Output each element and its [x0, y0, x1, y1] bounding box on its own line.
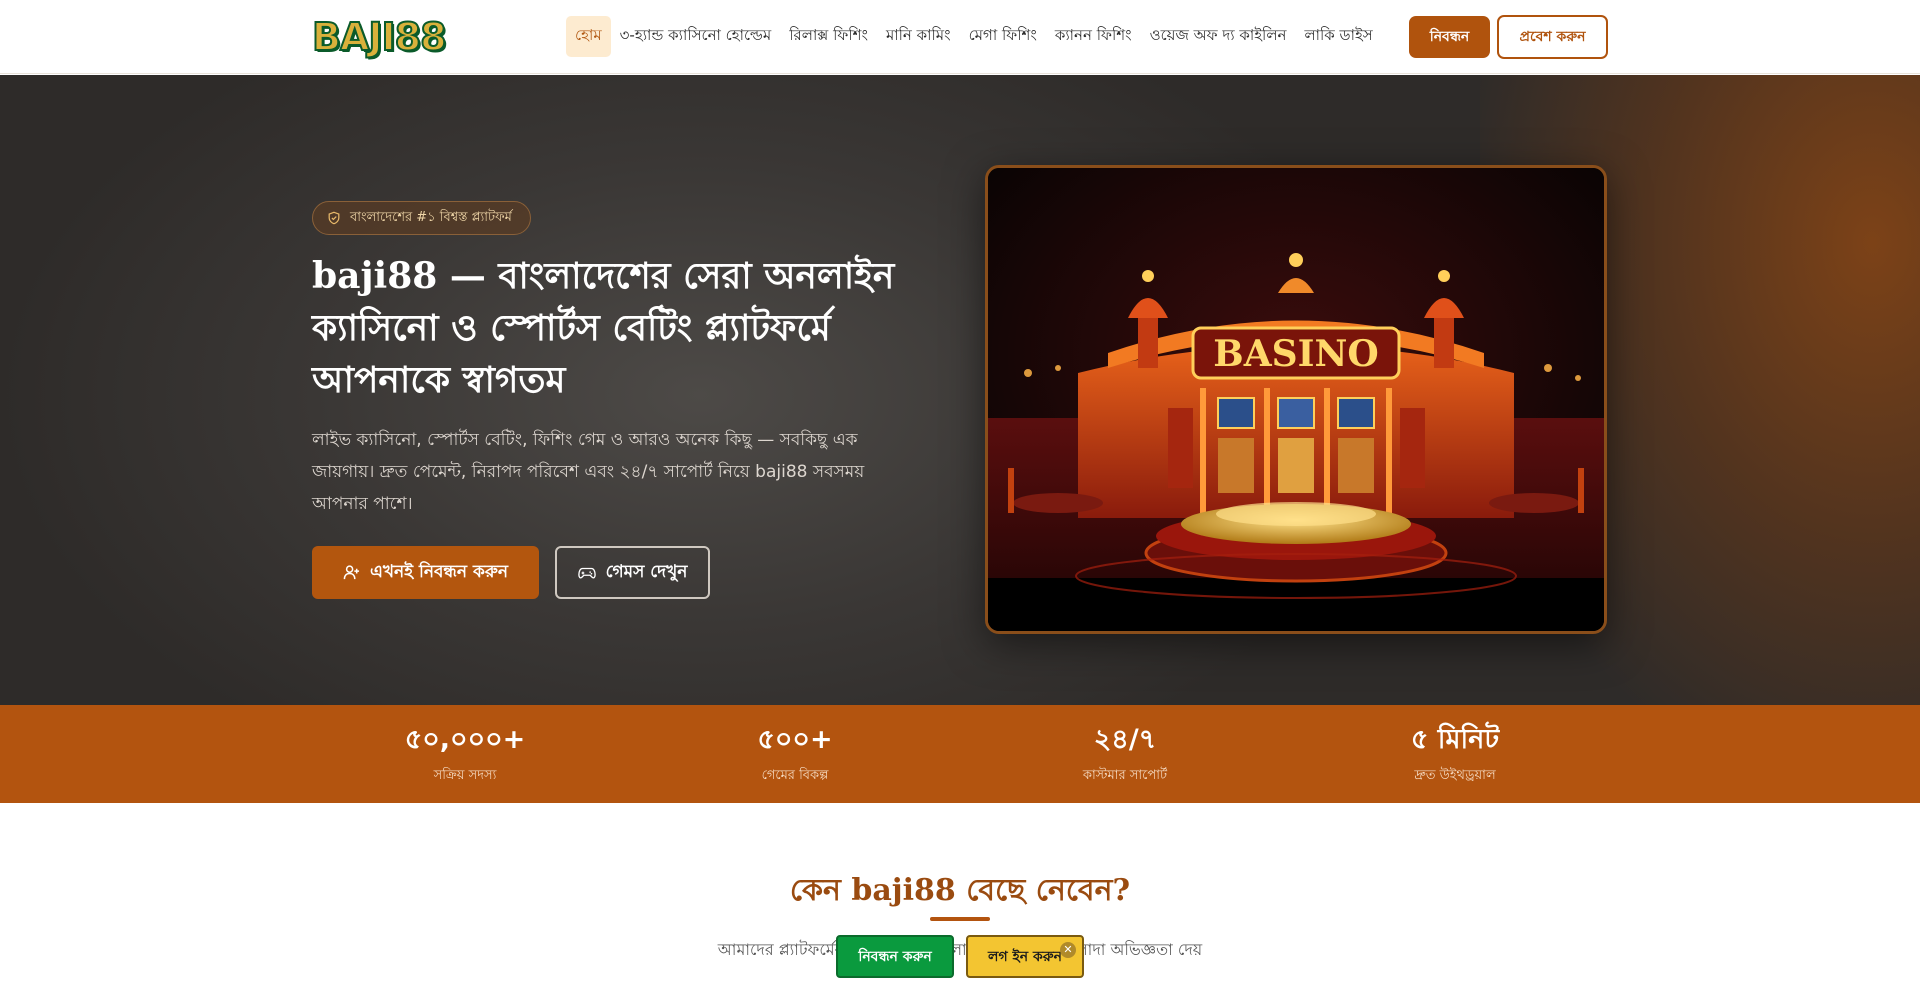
nav-item-cannon-fishing[interactable]: ক্যানন ফিশিং — [1046, 16, 1141, 57]
site-header: BAJI88 হোম ৩-হ্যান্ড ক্যাসিনো হোল্ডেম রি… — [0, 0, 1920, 74]
title-underline — [930, 917, 990, 921]
shield-icon — [328, 211, 340, 225]
stat-customer-support: ২৪/৭ কাস্টমার সাপোর্ট — [995, 722, 1255, 787]
brand-logo[interactable]: BAJI88 — [311, 14, 448, 60]
nav-item-mega-fishing[interactable]: মেগা ফিশিং — [960, 16, 1046, 57]
stat-value: ৫০০+ — [757, 724, 833, 755]
stat-label: গেমের বিকল্প — [761, 768, 829, 783]
casino-hero-image: BASINO — [985, 165, 1607, 634]
stat-label: দ্রুত উইথড্রয়াল — [1414, 768, 1496, 783]
stat-label: কাস্টমার সাপোর্ট — [1082, 768, 1168, 783]
view-games-button[interactable]: গেমস দেখুন — [555, 546, 710, 599]
logo-text: BAJI88 — [311, 14, 448, 60]
nav-item-3-hand-casino-holdem[interactable]: ৩-হ্যান্ড ক্যাসিনো হোল্ডেম — [611, 16, 781, 57]
casino-illustration: BASINO — [988, 168, 1604, 631]
view-games-label: গেমস দেখুন — [605, 561, 688, 582]
nav-item-lucky-dice[interactable]: লাকি ডাইস — [1295, 16, 1381, 57]
register-now-label: এখনই নিবন্ধন করুন — [369, 561, 509, 582]
hero-title: baji88 — বাংলাদেশের সেরা অনলাইন ক্যাসিনো… — [312, 255, 895, 401]
main-nav: হোম ৩-হ্যান্ড ক্যাসিনো হোল্ডেম রিলাক্স ফ… — [566, 15, 1382, 57]
hero-description: লাইভ ক্যাসিনো, স্পোর্টস বেটিং, ফিশিং গেম… — [312, 430, 865, 514]
stat-value: ৫০,০০০+ — [404, 724, 526, 755]
hero-section: বাংলাদেশের #১ বিশ্বস্ত প্ল্যাটফর্ম baji8… — [0, 75, 1920, 705]
why-title: কেন baji88 বেছে নেবেন? — [789, 873, 1131, 908]
trust-badge: বাংলাদেশের #১ বিশ্বস্ত প্ল্যাটফর্ম — [312, 201, 531, 235]
stat-game-options: ৫০০+ গেমের বিকল্প — [665, 722, 925, 787]
floating-register-button[interactable]: নিবন্ধন করুন — [836, 935, 954, 978]
nav-item-home[interactable]: হোম — [566, 15, 611, 57]
register-now-button[interactable]: এখনই নিবন্ধন করুন — [312, 546, 539, 599]
header-register-button[interactable]: নিবন্ধন — [1409, 16, 1490, 58]
why-subtitle: আমাদের প্ল্যাটফর্মের বিশেষ সুবিধাগুলো যা… — [717, 940, 1203, 959]
stat-label: সক্রিয় সদস্য — [433, 768, 497, 783]
casino-sign-text: BASINO — [1213, 333, 1378, 375]
stat-value: ২৪/৭ — [1093, 724, 1157, 755]
stat-fast-withdrawal: ৫ মিনিট দ্রুত উইথড্রয়াল — [1325, 722, 1585, 787]
badge-text: বাংলাদেশের #১ বিশ্বস্ত প্ল্যাটফর্ম — [350, 209, 512, 225]
stat-active-members: ৫০,০০০+ সক্রিয় সদস্য — [335, 722, 595, 787]
close-icon[interactable]: ✕ — [1060, 942, 1076, 958]
nav-item-money-coming[interactable]: মানি কামিং — [877, 16, 960, 57]
stat-value: ৫ মিনিট — [1410, 724, 1500, 755]
gamepad-icon — [577, 567, 596, 579]
nav-item-relax-fishing[interactable]: রিলাক্স ফিশিং — [780, 16, 877, 57]
nav-item-ways-of-qilin[interactable]: ওয়েজ অফ দ্য কাইলিন — [1141, 16, 1296, 57]
user-plus-icon — [343, 565, 360, 580]
stats-bar: ৫০,০০০+ সক্রিয় সদস্য ৫০০+ গেমের বিকল্প … — [0, 705, 1920, 803]
header-login-button[interactable]: প্রবেশ করুন — [1497, 15, 1608, 59]
